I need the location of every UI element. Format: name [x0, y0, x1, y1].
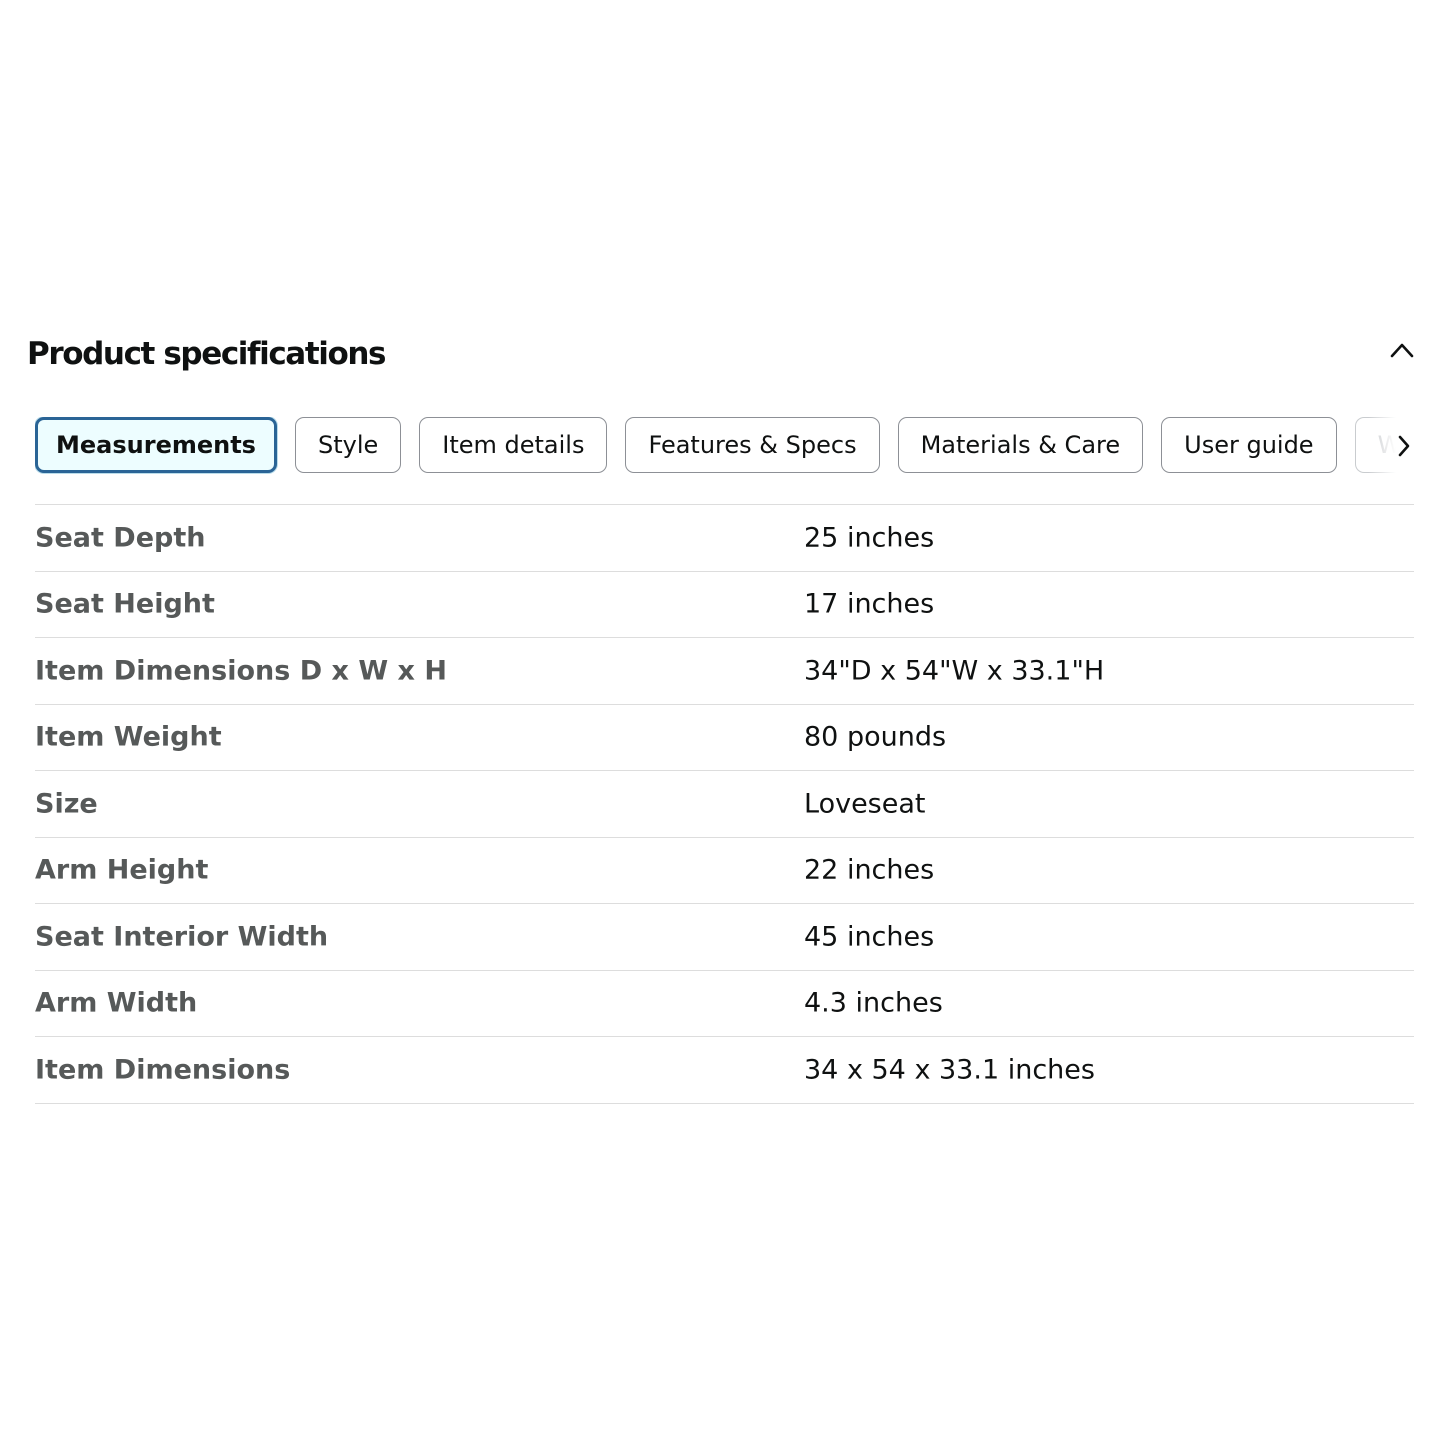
spec-value: 80 pounds: [804, 721, 947, 753]
table-row: Arm Height 22 inches: [35, 838, 1414, 904]
tab-label: Style: [317, 431, 379, 459]
spec-value: 22 inches: [804, 854, 935, 886]
tabs-scroll-right-button[interactable]: [1368, 417, 1414, 475]
spec-value: 34 x 54 x 33.1 inches: [804, 1054, 1095, 1086]
table-row: Size Loveseat: [35, 771, 1414, 838]
chevron-up-icon: [1390, 343, 1414, 358]
spec-tabs: Measurements Style Item details Features…: [35, 417, 1414, 477]
spec-key: Seat Interior Width: [35, 921, 329, 953]
spec-value: 34"D x 54"W x 33.1"H: [804, 655, 1105, 687]
spec-table: Seat Depth 25 inches Seat Height 17 inch…: [35, 504, 1414, 1104]
tab-label: Measurements: [56, 431, 256, 459]
tab-measurements[interactable]: Measurements: [35, 417, 277, 473]
tab-label: Features & Specs: [648, 431, 857, 459]
tab-features-specs[interactable]: Features & Specs: [625, 417, 880, 473]
section-title: Product specifications: [27, 336, 386, 372]
table-row: Arm Width 4.3 inches: [35, 971, 1414, 1037]
table-row: Item Dimensions D x W x H 34"D x 54"W x …: [35, 638, 1414, 705]
section-header[interactable]: Product specifications: [0, 318, 1440, 394]
table-row: Seat Depth 25 inches: [35, 505, 1414, 572]
tab-label: Item details: [442, 431, 585, 459]
spec-key: Seat Height: [35, 588, 215, 620]
collapse-button[interactable]: [1382, 332, 1422, 368]
spec-value: 17 inches: [804, 588, 935, 620]
table-row: Item Weight 80 pounds: [35, 705, 1414, 771]
spec-key: Item Weight: [35, 721, 222, 753]
table-row: Seat Interior Width 45 inches: [35, 904, 1414, 971]
spec-key: Item Dimensions: [35, 1054, 291, 1086]
product-specifications-section: Product specifications Measurements Styl…: [0, 318, 1440, 1104]
spec-value: Loveseat: [804, 788, 926, 820]
tab-user-guide[interactable]: User guide: [1161, 417, 1337, 473]
tab-style[interactable]: Style: [294, 417, 402, 473]
spec-value: 4.3 inches: [804, 987, 943, 1019]
spec-value: 25 inches: [804, 522, 935, 554]
spec-key: Item Dimensions D x W x H: [35, 655, 447, 687]
table-row: Seat Height 17 inches: [35, 572, 1414, 638]
spec-key: Size: [35, 788, 98, 820]
spec-value: 45 inches: [804, 921, 935, 953]
tab-materials-care[interactable]: Materials & Care: [897, 417, 1144, 473]
tab-item-details[interactable]: Item details: [419, 417, 608, 473]
tab-label: Materials & Care: [920, 431, 1121, 459]
chevron-right-icon: [1398, 435, 1410, 457]
table-row: Item Dimensions 34 x 54 x 33.1 inches: [35, 1037, 1414, 1104]
spec-key: Arm Height: [35, 854, 209, 886]
tab-label: User guide: [1184, 431, 1314, 459]
spec-key: Seat Depth: [35, 522, 206, 554]
spec-key: Arm Width: [35, 987, 198, 1019]
